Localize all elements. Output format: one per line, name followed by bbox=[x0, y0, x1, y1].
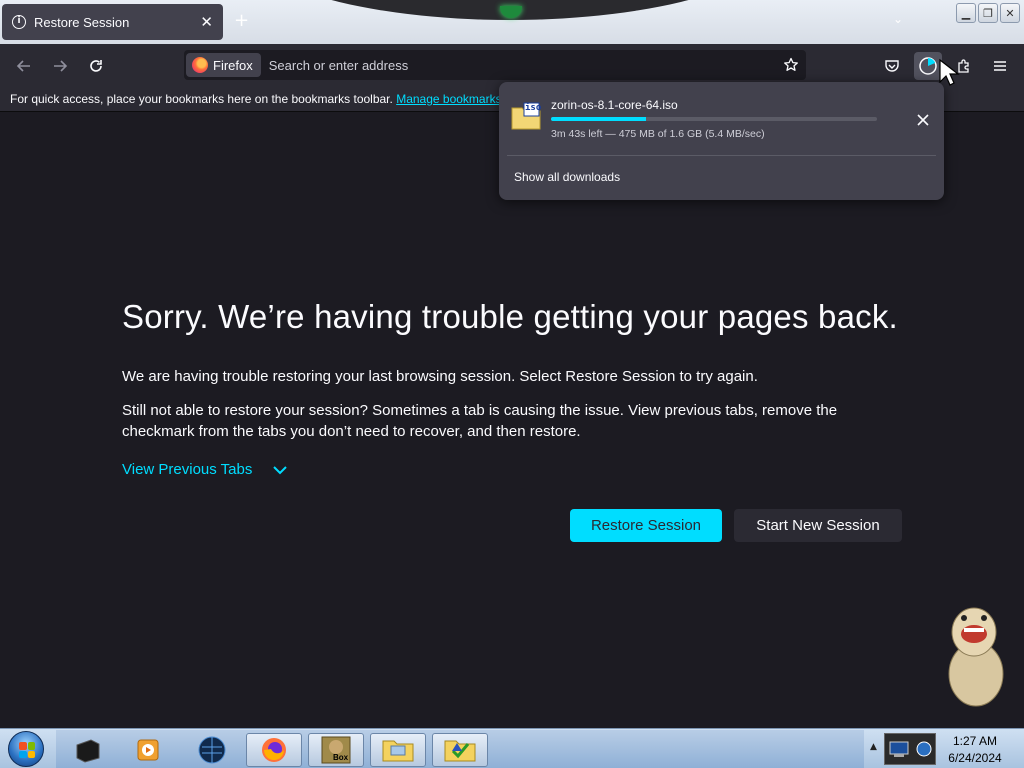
star-icon bbox=[784, 57, 798, 71]
info-icon: i bbox=[12, 15, 26, 29]
page-title: Sorry. We’re having trouble getting your… bbox=[122, 298, 898, 335]
tray-monitor-icon[interactable] bbox=[888, 738, 910, 760]
show-all-downloads-button[interactable]: Show all downloads bbox=[514, 170, 620, 184]
taskbar: Box ▲ 1:27 AM 6/24/2024 bbox=[0, 728, 1024, 768]
pocket-icon bbox=[885, 60, 899, 72]
firefox-logo-icon bbox=[192, 57, 208, 73]
view-previous-tabs-label: View Previous Tabs bbox=[122, 461, 253, 478]
close-icon bbox=[917, 114, 929, 126]
back-button[interactable] bbox=[10, 52, 38, 80]
file-type-label: iso bbox=[525, 103, 542, 113]
bookmark-star-button[interactable] bbox=[776, 57, 806, 73]
hamburger-menu-icon bbox=[994, 61, 1006, 71]
iso-file-icon: iso bbox=[511, 102, 541, 130]
taskbar-media-player-icon[interactable] bbox=[120, 733, 176, 767]
reload-icon bbox=[90, 60, 102, 72]
taskbar-folder-icon[interactable] bbox=[370, 733, 426, 767]
taskbar-folder-check-icon[interactable] bbox=[432, 733, 488, 767]
taskbar-firefox-icon[interactable] bbox=[246, 733, 302, 767]
show-hidden-icons-button[interactable]: ▲ bbox=[870, 742, 877, 752]
manage-bookmarks-link[interactable]: Manage bookmarks. bbox=[396, 92, 505, 106]
download-status: 3m 43s left — 475 MB of 1.6 GB (5.4 MB/s… bbox=[551, 128, 765, 140]
app-menu-button[interactable] bbox=[986, 52, 1014, 80]
forward-button[interactable] bbox=[46, 52, 74, 80]
clock-time: 1:27 AM bbox=[952, 734, 998, 748]
view-previous-tabs-toggle[interactable]: View Previous Tabs bbox=[122, 461, 288, 478]
bookmarks-toolbar-text: For quick access, place your bookmarks h… bbox=[10, 92, 393, 106]
divider bbox=[507, 155, 936, 156]
box-app-label: Box bbox=[333, 753, 349, 762]
url-bar[interactable]: Firefox bbox=[184, 50, 806, 80]
start-button[interactable] bbox=[8, 731, 44, 767]
taskbar-apps: Box bbox=[56, 730, 864, 768]
tray-network-icon[interactable] bbox=[915, 740, 933, 758]
mascot-figure-icon bbox=[948, 607, 1004, 707]
taskbar-globe-icon[interactable] bbox=[184, 733, 240, 767]
list-all-tabs-icon[interactable]: ⌄ bbox=[893, 12, 903, 26]
navigation-toolbar: Firefox bbox=[0, 44, 1024, 86]
cancel-download-button[interactable] bbox=[911, 108, 935, 132]
address-input[interactable] bbox=[260, 57, 776, 73]
description-restore: We are having trouble restoring your las… bbox=[122, 368, 758, 385]
close-window-button[interactable]: ✕ bbox=[1000, 3, 1020, 23]
tab-title: Restore Session bbox=[34, 14, 130, 30]
minimize-button[interactable]: ▁ bbox=[956, 3, 976, 23]
download-progress-fill bbox=[551, 117, 646, 121]
tab-strip: i Restore Session ✕ + ⌄ ▁ ❐ ✕ bbox=[0, 0, 1024, 44]
identity-label: Firefox bbox=[213, 57, 253, 73]
restore-session-page: Sorry. We’re having trouble getting your… bbox=[0, 112, 1024, 728]
tab-restore-session[interactable]: i Restore Session ✕ bbox=[2, 4, 223, 40]
new-tab-icon[interactable]: + bbox=[234, 10, 249, 31]
windows-logo-icon bbox=[19, 742, 35, 758]
screen: i Restore Session ✕ + ⌄ ▁ ❐ ✕ Firefox Se… bbox=[0, 0, 1024, 768]
downloads-panel: iso zorin-os-8.1-core-64.iso 3m 43s left… bbox=[499, 82, 944, 200]
taskbar-black-box-icon[interactable] bbox=[60, 733, 116, 767]
restore-session-button[interactable]: Restore Session bbox=[570, 509, 722, 542]
window-controls: ▁ ❐ ✕ bbox=[956, 3, 1020, 23]
reload-button[interactable] bbox=[82, 52, 110, 80]
download-progress-bar bbox=[551, 117, 877, 121]
close-tab-icon[interactable]: ✕ bbox=[200, 14, 213, 30]
forward-arrow-icon bbox=[54, 60, 68, 72]
description-troubleshoot: Still not able to restore your session? … bbox=[122, 402, 838, 440]
tray-icons bbox=[884, 733, 936, 765]
pocket-button[interactable] bbox=[878, 52, 906, 80]
start-new-session-button[interactable]: Start New Session bbox=[734, 509, 902, 542]
taskbar-box-app-icon[interactable]: Box bbox=[308, 733, 364, 767]
clock-date: 6/24/2024 bbox=[948, 751, 1002, 765]
taskbar-clock[interactable]: 1:27 AM 6/24/2024 bbox=[940, 733, 1010, 767]
back-arrow-icon bbox=[16, 60, 30, 72]
download-file-name: zorin-os-8.1-core-64.iso bbox=[551, 98, 678, 112]
download-progress-icon bbox=[919, 57, 937, 75]
identity-box[interactable]: Firefox bbox=[186, 53, 261, 77]
chevron-down-icon bbox=[273, 465, 288, 474]
download-item[interactable]: iso zorin-os-8.1-core-64.iso 3m 43s left… bbox=[509, 94, 934, 152]
restore-window-button[interactable]: ❐ bbox=[978, 3, 998, 23]
